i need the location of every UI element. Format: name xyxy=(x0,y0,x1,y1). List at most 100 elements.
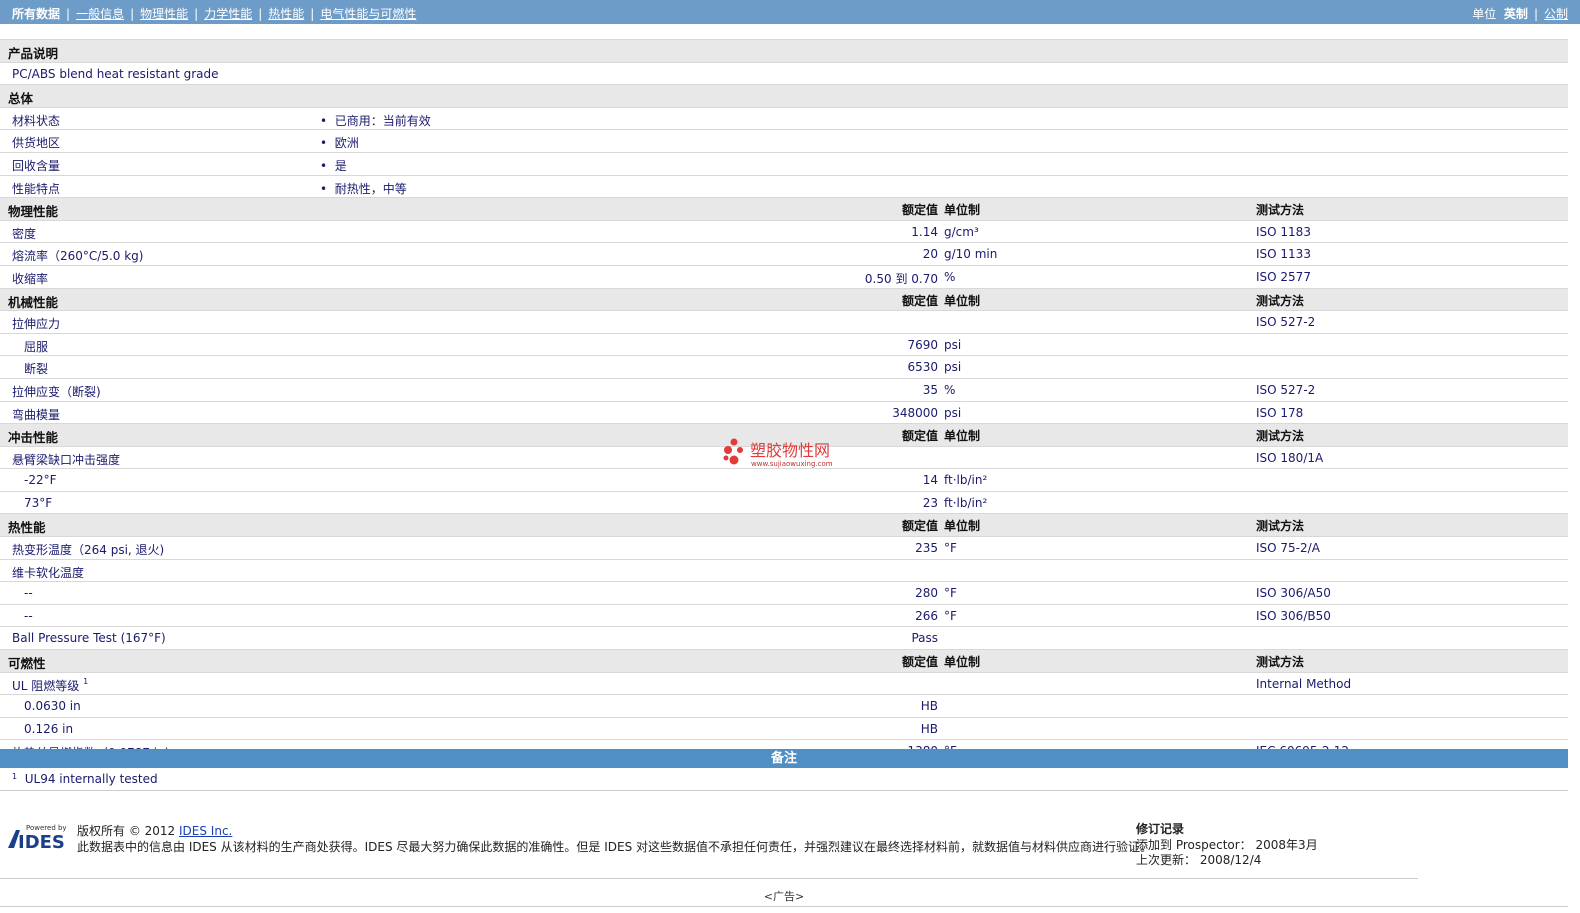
disclaimer: 此数据表中的信息由 IDES 从该材料的生产商处获得。IDES 尽最大努力确保此… xyxy=(77,840,1153,854)
col-header-test: 测试方法 xyxy=(1256,655,1305,670)
col-header-value: 额定值 xyxy=(901,293,938,308)
section-header-thermal: 热性能 额定值 单位制 测试方法 xyxy=(0,513,1568,537)
row-value: • 已商用：当前有效 xyxy=(320,113,431,128)
row-label: 密度 xyxy=(12,226,37,241)
row-unit: % xyxy=(944,269,956,284)
row-unit: ft·lb/in² xyxy=(944,473,988,488)
updated-date: 2008/12/4 xyxy=(1199,853,1262,867)
nav-sep: | xyxy=(310,7,315,21)
row-test-method: ISO 527-2 xyxy=(1256,382,1316,397)
table-row: 73°F 23 ft·lb/in² xyxy=(0,490,1568,514)
ides-logo[interactable]: Powered by IDES xyxy=(6,822,68,852)
table-row: 拉伸应变（断裂) 35% ISO 527-2 xyxy=(0,377,1568,401)
copyright-prefix: 版权所有 © 2012 xyxy=(77,824,176,838)
row-unit: ft·lb/in² xyxy=(944,495,988,510)
row-label: 性能特点 xyxy=(12,181,61,196)
row-value: 7690 xyxy=(907,337,938,352)
section-title: 冲击性能 xyxy=(8,430,59,446)
row-test-method: ISO 306/A50 xyxy=(1256,586,1331,601)
col-header-value: 额定值 xyxy=(901,655,938,670)
section-title: 热性能 xyxy=(8,520,46,536)
divider xyxy=(0,878,1418,879)
row-value-text: 已商用：当前有效 xyxy=(334,113,431,128)
col-header-test: 测试方法 xyxy=(1256,519,1305,534)
row-unit: psi xyxy=(944,405,962,420)
section-title: 机械性能 xyxy=(8,294,59,310)
nav-mechanical[interactable]: 力学性能 xyxy=(204,7,252,21)
ad-placeholder[interactable]: <广告> xyxy=(0,888,1568,904)
row-value: Pass xyxy=(911,631,938,646)
added-label: 添加到 Prospector： xyxy=(1136,837,1252,852)
row-test-method: ISO 75-2/A xyxy=(1256,541,1320,556)
row-label: 0.126 in xyxy=(24,721,74,736)
footnote-ref[interactable]: 1 xyxy=(83,677,88,686)
revision-heading: 修订记录 xyxy=(1136,822,1185,836)
nav-sep: | xyxy=(258,7,263,21)
section-title: 可燃性 xyxy=(8,656,46,672)
table-row: 收缩率 0.50 到 0.70% ISO 2577 xyxy=(0,264,1568,288)
divider xyxy=(0,790,1568,791)
row-value: HB xyxy=(920,721,938,736)
col-header-unit: 单位制 xyxy=(944,655,981,670)
nav-all-data[interactable]: 所有数据 xyxy=(12,7,60,21)
table-row: -22°F 14 ft·lb/in² xyxy=(0,468,1568,491)
row-value: • 欧洲 xyxy=(320,136,359,151)
row-label: -- xyxy=(24,586,33,601)
watermark-dot xyxy=(737,447,743,453)
table-row: Ball Pressure Test (167°F) Pass xyxy=(0,626,1568,649)
row-value: 14 xyxy=(922,473,938,488)
watermark-logo: 塑胶物性网 www.sujiaowuxing.com xyxy=(723,438,833,468)
nav-general-info[interactable]: 一般信息 xyxy=(76,7,124,21)
nav-electrical-flammability[interactable]: 电气性能与可燃性 xyxy=(320,7,416,21)
row-label: 0.0630 in xyxy=(24,699,81,714)
section-header-flammability: 可燃性 额定值 单位制 测试方法 xyxy=(0,649,1568,672)
watermark-dot xyxy=(724,446,732,454)
col-header-unit: 单位制 xyxy=(944,429,981,444)
row-value: 348000 xyxy=(892,405,938,420)
row-value: • 是 xyxy=(320,158,347,173)
row-label: 维卡软化温度 xyxy=(12,565,85,580)
watermark-cn: 塑胶物性网 xyxy=(750,441,830,460)
row-unit: g/cm³ xyxy=(944,224,979,239)
table-row: UL 阻燃等级 1 Internal Method xyxy=(0,671,1568,695)
footnote-mark: 1 xyxy=(12,772,18,781)
row-value: 23 xyxy=(922,495,938,510)
divider xyxy=(0,906,1568,907)
row-label: 热变形温度（264 psi, 退火) xyxy=(12,543,165,558)
row-label: 悬臂梁缺口冲击强度 xyxy=(12,452,121,467)
watermark-dot xyxy=(723,455,729,461)
row-test-method: ISO 180/1A xyxy=(1256,450,1324,465)
row-label: 拉伸应力 xyxy=(12,317,61,332)
table-row: 弯曲模量 348000 psi ISO 178 xyxy=(0,400,1568,424)
row-value-text: 欧洲 xyxy=(334,136,359,151)
row-unit: psi xyxy=(944,337,962,352)
row-test-method: ISO 1133 xyxy=(1256,247,1311,262)
nav-physical[interactable]: 物理性能 xyxy=(140,7,188,21)
section-header-mechanical: 机械性能 额定值 单位制 测试方法 xyxy=(0,287,1568,311)
row-value-text: 是 xyxy=(334,158,347,173)
row-label: 熔流率（260°C/5.0 kg) xyxy=(12,249,144,264)
col-header-value: 额定值 xyxy=(901,429,938,444)
unit-english[interactable]: 英制 xyxy=(1504,7,1528,21)
row-value: HB xyxy=(920,699,938,714)
nav-sep: | xyxy=(194,7,199,21)
added-date: 2008年3月 xyxy=(1255,837,1318,852)
row-value: 6530 xyxy=(907,360,938,375)
section-header-physical: 物理性能 额定值 单位制 测试方法 xyxy=(0,197,1568,220)
copyright-block: 版权所有 © 2012 IDES Inc. 此数据表中的信息由 IDES 从该材… xyxy=(77,823,1152,855)
note-text: UL94 internally tested xyxy=(24,772,158,786)
logo-powered-text: Powered by xyxy=(26,824,67,832)
nav-thermal[interactable]: 热性能 xyxy=(268,7,304,21)
table-row: 0.126 in HB xyxy=(0,716,1568,740)
row-value: 35 xyxy=(922,382,938,397)
nav-sep: | xyxy=(130,7,135,21)
unit-metric[interactable]: 公制 xyxy=(1544,7,1568,21)
row-label: 弯曲模量 xyxy=(12,407,61,422)
updated-label: 上次更新： xyxy=(1136,853,1197,867)
row-unit: g/10 min xyxy=(944,247,998,262)
company-link[interactable]: IDES Inc. xyxy=(179,824,232,838)
row-label: 回收含量 xyxy=(12,158,61,173)
row-value: 20 xyxy=(922,247,938,262)
row-unit: % xyxy=(944,382,956,397)
col-header-unit: 单位制 xyxy=(944,293,981,308)
